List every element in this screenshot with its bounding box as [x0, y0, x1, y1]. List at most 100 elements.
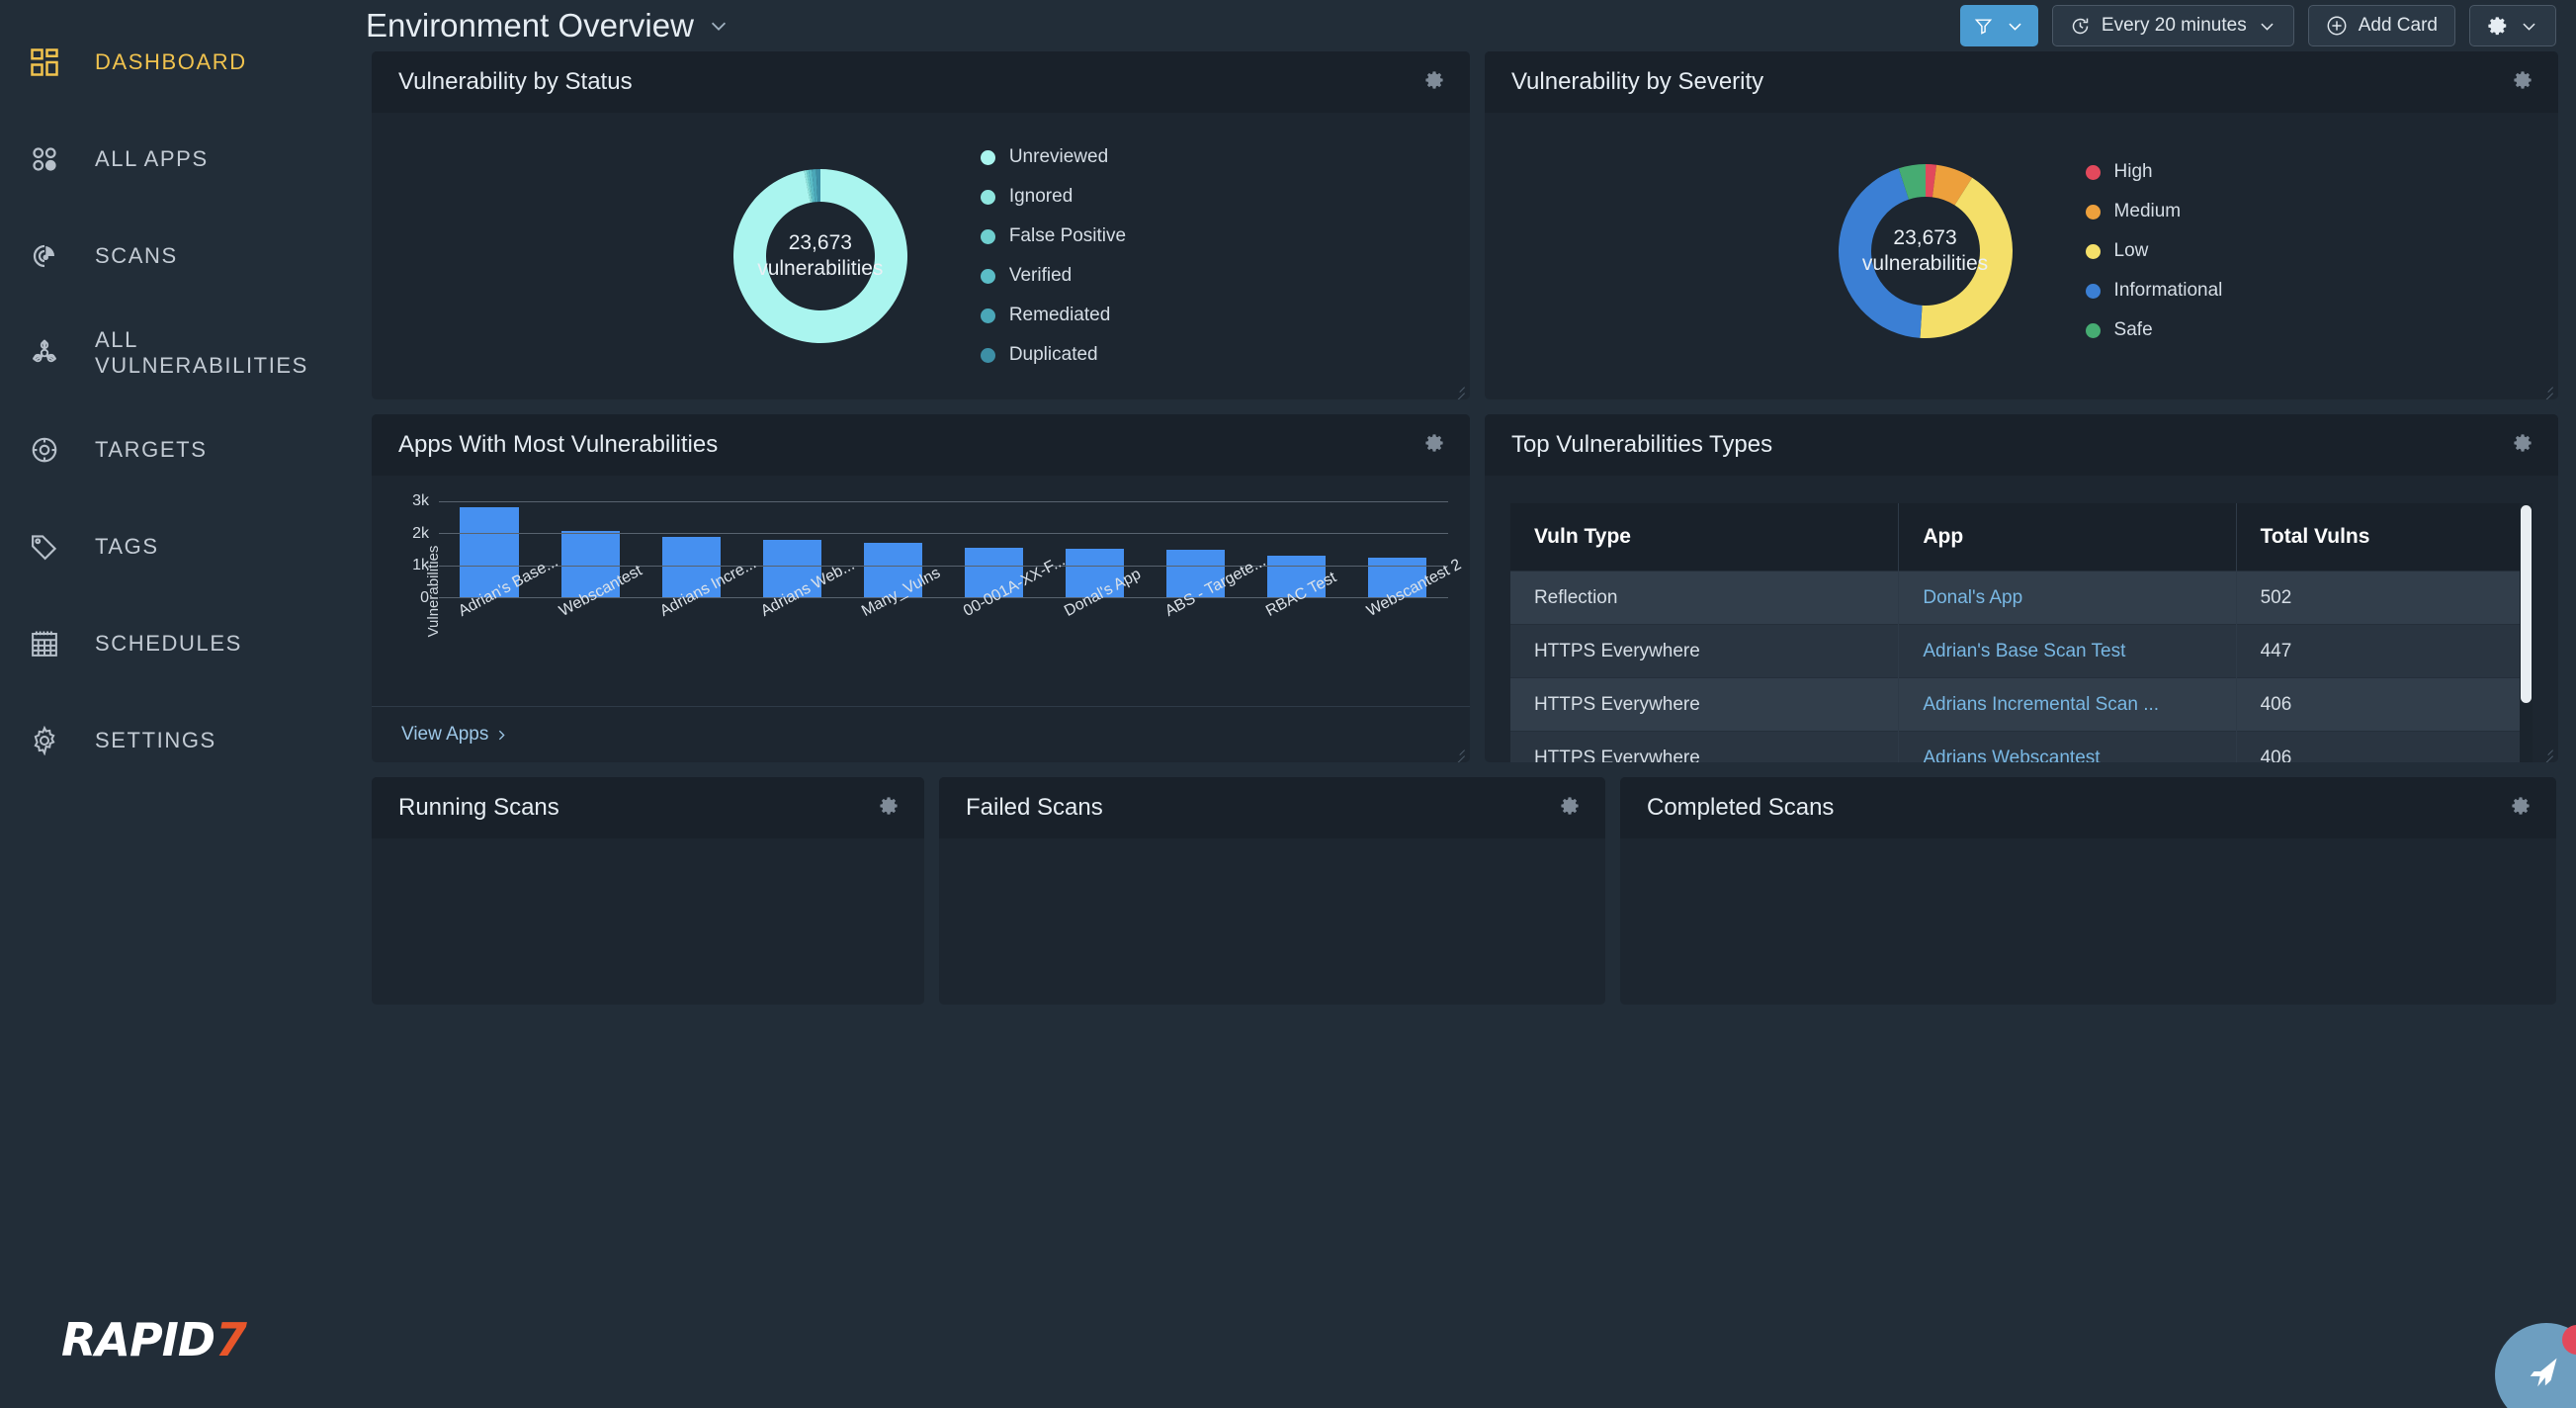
card-resize-handle[interactable]: [2539, 382, 2553, 399]
table-header-row: Vuln Type App Total Vulns: [1509, 503, 2533, 572]
y-axis-tick: 3k: [412, 492, 429, 509]
sidebar-item-targets[interactable]: TARGETS: [0, 401, 358, 498]
card-row-3: Running Scans Failed Scans Completed Sca…: [372, 777, 2558, 1005]
card-grid: Vulnerability by Status 23,673 vulnerabi…: [358, 51, 2576, 1005]
donut-chart-severity[interactable]: 23,673 vulnerabilities: [1821, 146, 2030, 356]
legend-label: Safe: [2113, 319, 2153, 340]
legend-label: False Positive: [1008, 225, 1127, 246]
table-cell: Donal's App: [1898, 571, 2237, 625]
app-link[interactable]: Donal's App: [1923, 587, 2022, 608]
table-column-header[interactable]: Total Vulns: [2236, 503, 2533, 572]
sidebar-item-scans[interactable]: SCANS: [0, 208, 358, 305]
legend-item[interactable]: Informational: [2085, 280, 2222, 302]
bar-chart-apps[interactable]: Vulnerabilities 0 1k 2k 3k Adrian's Base...…: [372, 476, 1470, 706]
page-title: Environment Overview: [366, 7, 694, 44]
legend-item[interactable]: Unreviewed: [980, 146, 1126, 168]
table-row[interactable]: HTTPS Everywhere Adrians Incremental Scan…: [1509, 677, 2533, 732]
gear-icon[interactable]: [1422, 431, 1446, 460]
chevron-down-icon: [2520, 17, 2538, 36]
legend-item[interactable]: Low: [2085, 240, 2223, 262]
refresh-interval-button[interactable]: Every 20 minutes: [2051, 5, 2294, 46]
sidebar-item-settings[interactable]: SETTINGS: [0, 692, 358, 789]
card-resize-handle[interactable]: [2539, 745, 2553, 762]
legend-label: Low: [2113, 240, 2149, 261]
sidebar-item-schedules[interactable]: SCHEDULES: [0, 595, 358, 692]
sidebar-item-dashboard[interactable]: DASHBOARD: [0, 14, 358, 111]
app-link[interactable]: Adrian's Base Scan Test: [1923, 641, 2125, 661]
card-resize-handle[interactable]: [1451, 745, 1465, 762]
dashboard-settings-button[interactable]: [2469, 5, 2556, 46]
card-title: Failed Scans: [966, 794, 1103, 821]
sidebar-item-label: ALL APPS: [95, 146, 209, 171]
table-body: Reflection Donal's App 502 HTTPS Everywhere…: [1509, 571, 2533, 763]
legend-item[interactable]: Medium: [2085, 201, 2223, 222]
legend-status: Unreviewed Ignored False Positive Verified R…: [980, 146, 1127, 366]
table-column-header[interactable]: Vuln Type: [1509, 503, 1900, 572]
grid-line: 1k: [412, 557, 1448, 573]
card-title: Vulnerability by Status: [398, 68, 633, 95]
x-label-slot: 00-001A-XX-F...: [943, 553, 1068, 706]
chevron-down-icon: [2258, 17, 2276, 36]
sidebar-item-label: SETTINGS: [95, 728, 216, 752]
gear-icon[interactable]: [1558, 794, 1582, 823]
gear-icon[interactable]: [2509, 794, 2533, 823]
gear-icon[interactable]: [877, 794, 901, 823]
gear-icon[interactable]: [2511, 68, 2534, 97]
table-cell: Adrians Webscantest: [1898, 731, 2237, 763]
sidebar-item-label: ALL VULNERABILITIES: [95, 327, 308, 378]
card-running-scans: Running Scans: [372, 777, 924, 1005]
view-apps-link[interactable]: View Apps: [401, 724, 508, 746]
calendar-icon: [22, 621, 67, 666]
grid-line: 3k: [412, 492, 1448, 509]
app-link[interactable]: Adrians Incremental Scan ...: [1923, 694, 2159, 715]
legend-item[interactable]: Verified: [980, 265, 1126, 287]
legend-item[interactable]: Safe: [2085, 319, 2223, 341]
legend-label: Unreviewed: [1008, 146, 1109, 167]
sidebar: DASHBOARD ALL APPS SCANS ALL VULNERABILI…: [0, 0, 358, 1408]
card-resize-handle[interactable]: [1451, 382, 1465, 399]
table-column-header[interactable]: App: [1898, 503, 2237, 572]
add-card-button[interactable]: Add Card: [2307, 5, 2455, 46]
legend-item[interactable]: Remediated: [980, 305, 1126, 326]
legend-item[interactable]: Duplicated: [980, 344, 1126, 366]
card-body: 23,673 vulnerabilities Unreviewed Ignored…: [372, 113, 1470, 399]
sidebar-item-label: SCANS: [95, 243, 178, 268]
legend-item[interactable]: False Positive: [980, 225, 1127, 247]
table-scrollbar-thumb[interactable]: [2521, 505, 2532, 703]
top-vuln-table-wrap: Vuln Type App Total Vulns Reflection Donal'…: [1485, 476, 2558, 762]
sidebar-item-label: TARGETS: [95, 437, 208, 462]
sidebar-item-tags[interactable]: TAGS: [0, 498, 358, 595]
gear-icon[interactable]: [2511, 431, 2534, 460]
app-link[interactable]: Adrians Webscantest: [1923, 748, 2100, 763]
table-row[interactable]: HTTPS Everywhere Adrians Webscantest 406: [1509, 731, 2533, 763]
table-row[interactable]: HTTPS Everywhere Adrian's Base Scan Test 4…: [1509, 624, 2533, 678]
table-row[interactable]: Reflection Donal's App 502: [1509, 571, 2533, 625]
card-footer: View Apps: [372, 706, 1470, 762]
page-title-group[interactable]: Environment Overview: [366, 7, 730, 44]
card-body: [939, 838, 1605, 1005]
donut-status-wrap: 23,673 vulnerabilities Unreviewed Ignored…: [372, 113, 1470, 366]
card-header: Failed Scans: [939, 777, 1605, 838]
gear-icon[interactable]: [1422, 68, 1446, 97]
filter-button[interactable]: [1959, 5, 2038, 46]
apps-dots-icon: [22, 136, 67, 182]
legend-item[interactable]: High: [2085, 161, 2223, 183]
chevron-down-icon[interactable]: [708, 7, 730, 44]
card-top-vulnerabilities-types: Top Vulnerabilities Types Vuln Type App To…: [1484, 414, 2558, 762]
table-scrollbar[interactable]: [2520, 503, 2533, 762]
donut-chart-status[interactable]: 23,673 vulnerabilities: [716, 151, 925, 361]
assistant-fab-button[interactable]: [2495, 1323, 2576, 1408]
legend-item[interactable]: Ignored: [980, 186, 1126, 208]
top-vuln-table: Vuln Type App Total Vulns Reflection Donal'…: [1509, 503, 2533, 763]
table-cell: HTTPS Everywhere: [1509, 731, 1900, 762]
biohazard-icon: [22, 330, 67, 376]
y-axis-tick: 1k: [412, 557, 429, 574]
legend-label: Remediated: [1008, 305, 1111, 325]
severity-caption-percent: 2%: [1832, 396, 1864, 399]
sidebar-item-all-apps[interactable]: ALL APPS: [0, 111, 358, 208]
target-crosshair-icon: [22, 427, 67, 473]
sidebar-item-label: TAGS: [95, 534, 159, 559]
sidebar-item-all-vulnerabilities[interactable]: ALL VULNERABILITIES: [0, 305, 358, 401]
donut-segment[interactable]: [1920, 177, 2013, 338]
legend-color-dot: [2085, 204, 2101, 220]
